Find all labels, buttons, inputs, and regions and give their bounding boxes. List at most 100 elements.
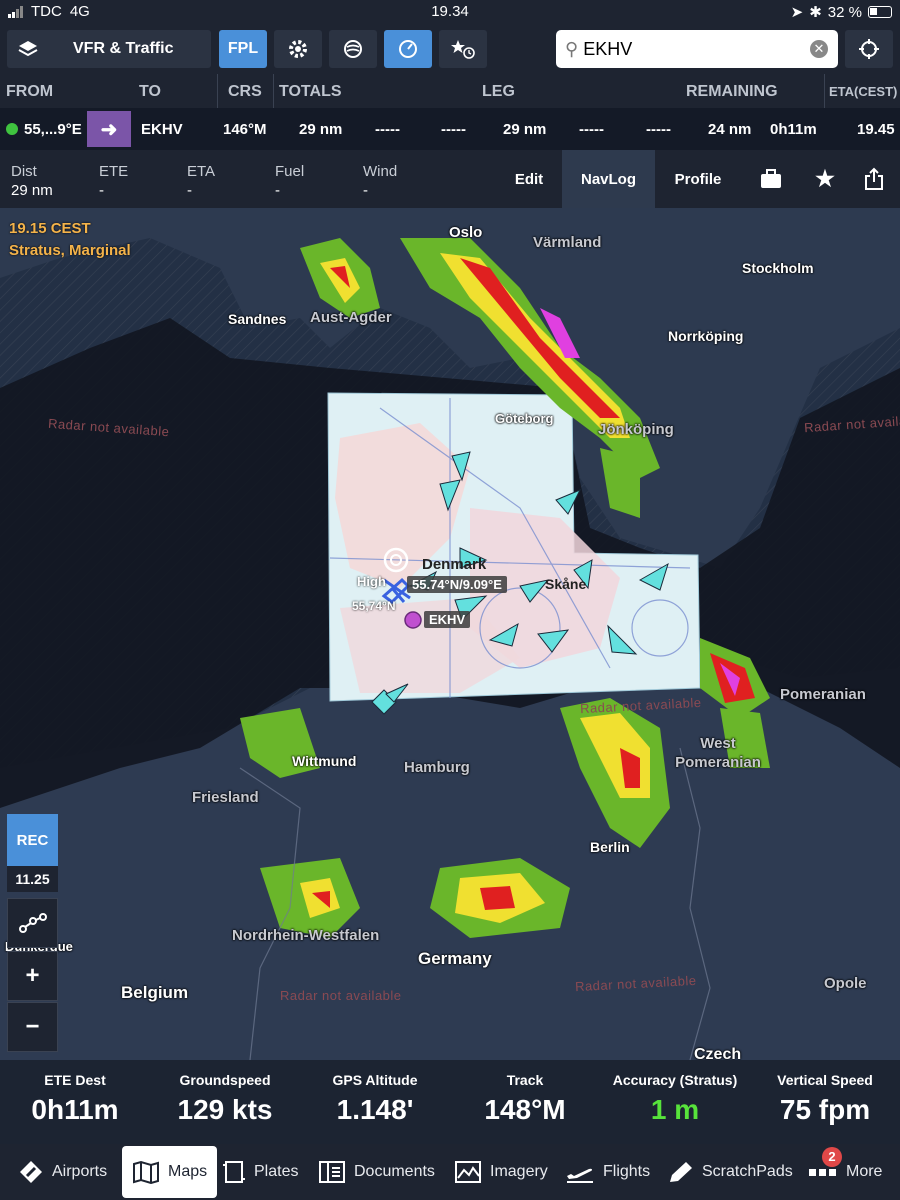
instrument-panel: ETE Dest 0h11m Groundspeed 129 kts GPS Alt… bbox=[0, 1060, 900, 1144]
ownship-lat-tag: 55,74°N bbox=[352, 599, 396, 613]
map-label-denmark: Denmark bbox=[422, 556, 487, 573]
tab-imagery-label: Imagery bbox=[490, 1163, 548, 1180]
globe-icon bbox=[344, 40, 362, 58]
route-crs: 146°M bbox=[223, 121, 267, 138]
stat-fuel: Fuel - bbox=[275, 163, 305, 199]
map-label-nrw: Nordrhein-Westfalen bbox=[232, 927, 380, 944]
route-leg-dist: 29 nm bbox=[503, 121, 547, 138]
direct-to-arrow-icon[interactable]: ➜ bbox=[87, 111, 131, 147]
crosshair-icon bbox=[859, 39, 879, 59]
bottom-tab-bar: Airports Maps Plates Documents Imagery F… bbox=[0, 1144, 900, 1200]
location-icon: ➤ bbox=[790, 4, 804, 21]
favorites-timer-button[interactable] bbox=[439, 30, 487, 68]
radar-timestamp: 19.15 CEST Stratus, Marginal bbox=[9, 218, 131, 262]
map-label-hamburg: Hamburg bbox=[404, 759, 470, 776]
tab-airports-label: Airports bbox=[52, 1163, 108, 1180]
flight-nav-bar: Dist 29 nm ETE - ETA - Fuel - Wind - Edit Nav… bbox=[0, 150, 900, 208]
instrument-gps-altitude[interactable]: GPS Altitude 1.148' bbox=[300, 1060, 450, 1126]
status-bar: TDC 4G 19.34 ➤ ✱ 32 % bbox=[0, 0, 900, 24]
tab-maps-label: Maps bbox=[168, 1163, 208, 1180]
tab-maps[interactable]: Maps bbox=[122, 1146, 218, 1198]
destination-tag[interactable]: EKHV bbox=[424, 611, 471, 628]
stat-dist: Dist 29 nm bbox=[11, 163, 53, 199]
map-label-skaane: Skåne bbox=[545, 576, 587, 592]
tab-scratchpads[interactable]: ScratchPads bbox=[666, 1146, 793, 1198]
map-label-friesland: Friesland bbox=[192, 789, 259, 806]
gear-icon bbox=[289, 40, 307, 58]
star-clock-icon bbox=[451, 40, 475, 59]
instrument-ete-dest[interactable]: ETE Dest 0h11m bbox=[0, 1060, 150, 1126]
map-label-wittmund: Wittmund bbox=[292, 753, 357, 769]
tab-scratchpads-label: ScratchPads bbox=[702, 1163, 793, 1180]
route-leg-eta: ----- bbox=[646, 121, 671, 138]
route-total-dist: 29 nm bbox=[299, 121, 343, 138]
gps-dot-icon bbox=[6, 123, 18, 135]
map-canvas bbox=[0, 208, 900, 1060]
map-icon bbox=[133, 1160, 159, 1184]
tab-flights-label: Flights bbox=[603, 1163, 651, 1180]
search-field[interactable]: ⚲ EKHV ✕ bbox=[556, 30, 838, 68]
map-label-pomeranian: Pomeranian bbox=[780, 686, 866, 703]
tab-profile[interactable]: Profile bbox=[658, 150, 738, 208]
compass-icon bbox=[20, 1161, 42, 1183]
instrument-accuracy[interactable]: Accuracy (Stratus) 1 m bbox=[600, 1060, 750, 1126]
tab-documents[interactable]: Documents bbox=[318, 1146, 435, 1198]
gauge-icon bbox=[399, 40, 417, 58]
map-label-berlin: Berlin bbox=[590, 839, 630, 855]
map-label-germany: Germany bbox=[418, 949, 492, 968]
tab-airports[interactable]: Airports bbox=[18, 1146, 107, 1198]
map-label-norrkoping: Norrköping bbox=[668, 328, 744, 344]
route-to: EKHV bbox=[141, 121, 183, 138]
weather-button[interactable] bbox=[329, 30, 377, 68]
edit-button[interactable]: Edit bbox=[497, 150, 561, 208]
map-label-west-pomeranian: West Pomeranian bbox=[675, 735, 761, 771]
tab-flights[interactable]: Flights bbox=[565, 1146, 650, 1198]
settings-button[interactable] bbox=[274, 30, 322, 68]
layers-icon bbox=[18, 41, 38, 57]
zoom-in-button[interactable]: + bbox=[7, 951, 58, 1001]
col-leg: LEG bbox=[482, 83, 515, 100]
pen-icon bbox=[670, 1162, 692, 1182]
col-from: FROM bbox=[6, 83, 54, 100]
instruments-button[interactable] bbox=[384, 30, 432, 68]
fpl-button[interactable]: FPL bbox=[219, 30, 267, 68]
map-label-belgium: Belgium bbox=[121, 983, 189, 1002]
search-input[interactable]: EKHV bbox=[583, 39, 632, 60]
route-tool-button[interactable] bbox=[7, 898, 58, 948]
tab-navlog[interactable]: NavLog bbox=[562, 150, 655, 208]
tab-plates[interactable]: Plates bbox=[222, 1146, 298, 1198]
route-icon bbox=[18, 913, 47, 933]
center-map-button[interactable] bbox=[845, 30, 893, 68]
moving-map[interactable]: 19.15 CEST Stratus, Marginal Oslo Värmla… bbox=[0, 208, 900, 1060]
zoom-out-button[interactable]: − bbox=[7, 1002, 58, 1052]
map-label-goteborg: Göteborg bbox=[495, 411, 554, 426]
instrument-vertical-speed[interactable]: Vertical Speed 75 fpm bbox=[750, 1060, 900, 1126]
tab-imagery[interactable]: Imagery bbox=[454, 1146, 548, 1198]
bluetooth-icon: ✱ bbox=[809, 4, 822, 21]
instrument-groundspeed[interactable]: Groundspeed 129 kts bbox=[150, 1060, 300, 1126]
col-eta: ETA(CEST) bbox=[829, 84, 898, 99]
tab-plates-label: Plates bbox=[254, 1163, 299, 1180]
record-button[interactable]: REC bbox=[7, 814, 58, 866]
layers-button[interactable]: VFR & Traffic bbox=[7, 30, 211, 68]
battery-label: 32 % bbox=[827, 3, 862, 21]
ownship-name-tag: High bbox=[357, 574, 386, 589]
favorite-button[interactable]: ★ bbox=[802, 150, 848, 208]
instrument-track[interactable]: Track 148°M bbox=[450, 1060, 600, 1126]
battery-icon bbox=[868, 6, 892, 18]
route-remaining-dist: 24 nm bbox=[708, 121, 752, 138]
col-remaining: REMAINING bbox=[686, 83, 778, 100]
briefcase-button[interactable] bbox=[748, 150, 794, 208]
route-leg-ete: ----- bbox=[579, 121, 604, 138]
map-label-varmland: Värmland bbox=[533, 234, 602, 251]
map-label-jonkoping: Jönköping bbox=[598, 421, 674, 438]
more-icon bbox=[809, 1169, 836, 1176]
route-remaining-time: 0h11m bbox=[770, 121, 817, 138]
clear-search-icon[interactable]: ✕ bbox=[810, 40, 828, 58]
share-button[interactable] bbox=[851, 150, 897, 208]
plane-icon bbox=[567, 1168, 593, 1183]
clock: 19.34 bbox=[431, 3, 469, 20]
route-row[interactable]: 55,...9°E ➜ EKHV 146°M 29 nm ----- -----… bbox=[0, 108, 900, 150]
tab-more[interactable]: More bbox=[808, 1146, 882, 1198]
stat-eta: ETA - bbox=[187, 163, 216, 199]
